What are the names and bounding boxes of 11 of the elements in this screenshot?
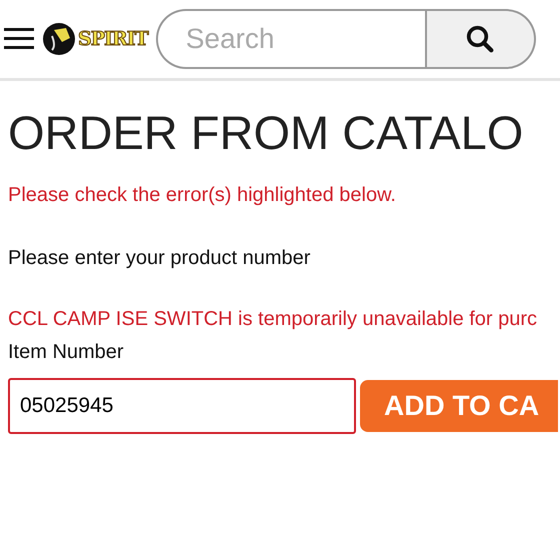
instruction-text: Please enter your product number xyxy=(8,247,312,270)
add-to-cart-button[interactable]: ADD TO CA xyxy=(360,380,558,432)
search-button[interactable] xyxy=(426,9,536,69)
page-title: ORDER FROM CATALO xyxy=(8,105,524,160)
unavailable-notice: CCL CAMP ISE SWITCH is temporarily unavailable for purc xyxy=(8,308,538,331)
search-icon xyxy=(465,24,496,54)
search-field[interactable]: Search xyxy=(156,9,426,69)
field-label: Item Number xyxy=(8,341,125,364)
item-number-field[interactable]: 05025945 xyxy=(8,378,356,434)
error-message: Please check the error(s) highlighted below. xyxy=(8,184,397,207)
menu-icon[interactable] xyxy=(4,28,34,50)
